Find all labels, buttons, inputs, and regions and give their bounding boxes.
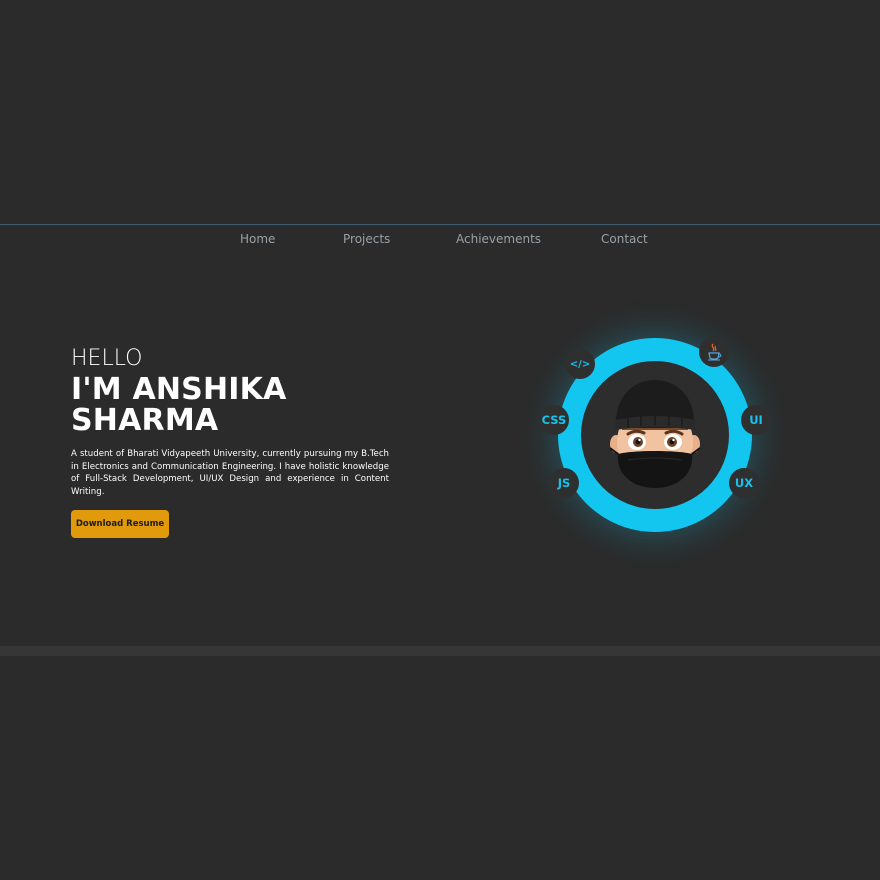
- portfolio-page: Home Projects Achievements Contact HELLO…: [0, 0, 880, 880]
- nav-home-link[interactable]: Home: [240, 232, 275, 246]
- section-divider: [0, 646, 880, 656]
- java-cup-icon: [708, 343, 722, 361]
- nav-contact-link[interactable]: Contact: [601, 232, 648, 246]
- greeting: HELLO: [71, 346, 143, 371]
- ux-badge: UX: [729, 468, 759, 498]
- ui-badge: UI: [741, 405, 771, 435]
- name-line-1: I'M ANSHIKA: [71, 372, 287, 407]
- avatar-image: [609, 380, 701, 488]
- main-nav: Home Projects Achievements Contact: [0, 232, 880, 250]
- header-divider: [0, 224, 880, 225]
- code-icon: </>: [565, 349, 595, 379]
- hero-name: I'M ANSHIKA SHARMA: [71, 374, 389, 436]
- nav-projects-link[interactable]: Projects: [343, 232, 390, 246]
- download-resume-button[interactable]: Download Resume: [71, 510, 169, 538]
- hero-intro: HELLO I'M ANSHIKA SHARMA A student of Bh…: [71, 346, 389, 538]
- java-icon: [699, 337, 729, 367]
- js-badge: JS: [549, 468, 579, 498]
- name-line-2: SHARMA: [71, 403, 219, 438]
- css-badge: CSS: [539, 405, 569, 435]
- intro-paragraph: A student of Bharati Vidyapeeth Universi…: [71, 449, 389, 497]
- nav-achievements-link[interactable]: Achievements: [456, 232, 541, 246]
